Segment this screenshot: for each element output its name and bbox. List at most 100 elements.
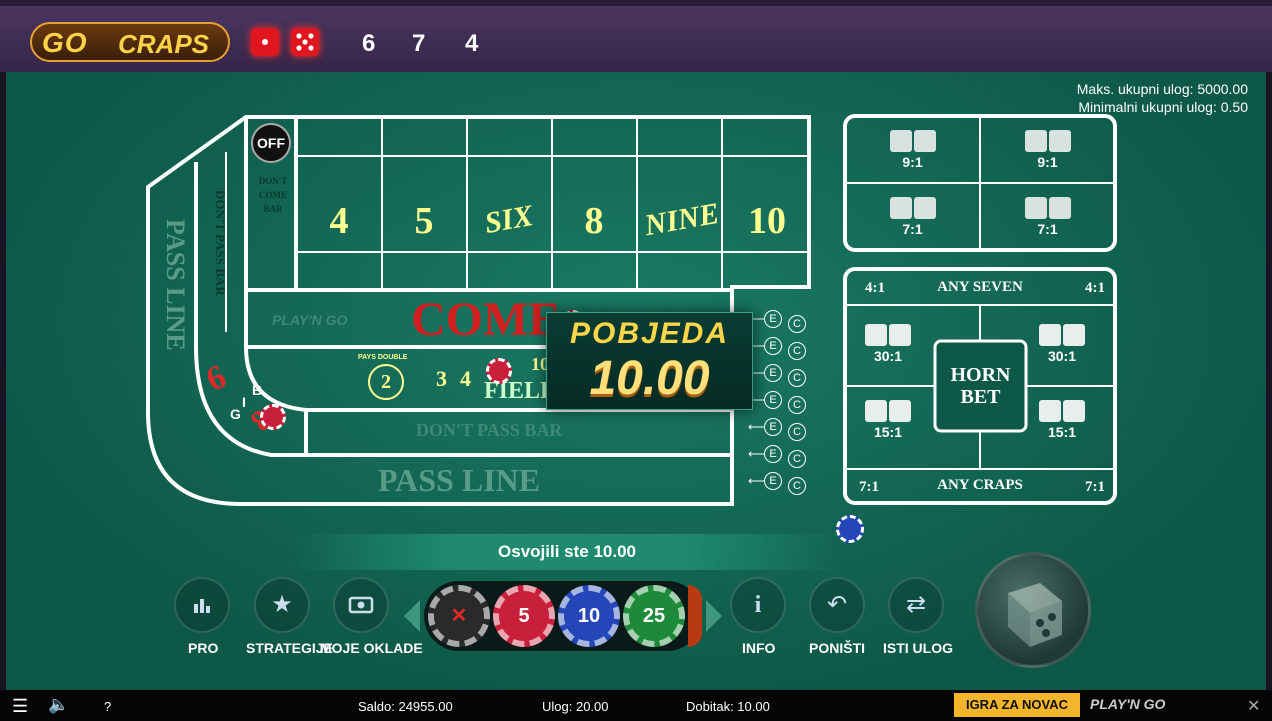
horn-3[interactable]: 15:1 <box>858 400 918 440</box>
ec-bet-row[interactable]: ⟵ E C <box>748 418 818 441</box>
come-bar-logo: PLAY'N GO <box>272 312 348 328</box>
ec-c-bubble[interactable]: C <box>788 342 806 360</box>
placed-chip-field[interactable] <box>486 358 512 384</box>
place-10[interactable]: 10 <box>737 199 797 243</box>
rebet-label: ISTI ULOG <box>883 640 953 656</box>
win-display: Dobitak: 10.00 <box>686 699 770 714</box>
ec-c-bubble[interactable]: C <box>788 477 806 495</box>
info-icon: i <box>754 592 762 618</box>
chip-25[interactable]: 25 <box>623 585 685 647</box>
chip-selector: ✕ 5 10 25 <box>424 581 702 651</box>
repeat-icon: ⇄ <box>905 591 927 618</box>
ec-bet-row[interactable]: ⟵ E C <box>748 337 818 360</box>
ec-bet-row[interactable]: ⟵ E C <box>748 445 818 468</box>
arrow-icon: ⟵ <box>748 447 766 461</box>
horn-2[interactable]: 30:1 <box>858 324 918 364</box>
speaker-icon[interactable]: 🔈 <box>48 695 69 715</box>
any-craps-bet[interactable]: 7:1 ANY CRAPS 7:1 <box>845 469 1115 503</box>
top-bar: GO CRAPS 6 7 4 <box>0 0 1272 72</box>
stake-display: Ulog: 20.00 <box>542 699 609 714</box>
hardway-8[interactable]: 7:1 <box>980 183 1115 250</box>
hardway-6[interactable]: 7:1 <box>845 183 980 250</box>
ec-c-bubble[interactable]: C <box>788 423 806 441</box>
ec-e-bubble[interactable]: E <box>764 391 782 409</box>
horn-bet-label[interactable]: HORN BET <box>935 364 1026 408</box>
any-seven-bet[interactable]: 4:1 ANY SEVEN 4:1 <box>845 269 1115 305</box>
dont-come-bar[interactable]: DON'T COME BAR <box>252 174 294 216</box>
ec-c-bubble[interactable]: C <box>788 450 806 468</box>
horn-11[interactable]: 15:1 <box>1032 400 1092 440</box>
pro-button[interactable] <box>174 577 230 633</box>
field-pays-double: PAYS DOUBLE <box>358 354 408 361</box>
real-money-button[interactable]: IGRA ZA NOVAC <box>954 693 1080 717</box>
chip-clear[interactable]: ✕ <box>428 585 490 647</box>
chip-scroll-left[interactable] <box>404 600 420 632</box>
ec-c-bubble[interactable]: C <box>788 396 806 414</box>
info-label: INFO <box>742 640 776 656</box>
info-button[interactable]: i <box>730 577 786 633</box>
horn-12[interactable]: 30:1 <box>1032 324 1092 364</box>
field-4: 4 <box>460 366 471 391</box>
place-8[interactable]: 8 <box>573 199 615 243</box>
ec-bet-row[interactable]: ⟵ E C <box>748 310 818 333</box>
ec-e-bubble[interactable]: E <box>764 310 782 328</box>
last-roll-die-1 <box>251 28 279 56</box>
brand-logo: PLAY'N GO <box>1090 696 1166 712</box>
ec-e-bubble[interactable]: E <box>764 445 782 463</box>
ec-e-bubble[interactable]: E <box>764 364 782 382</box>
pro-label: PRO <box>188 640 219 656</box>
come-area[interactable]: COME <box>411 292 560 347</box>
undo-button[interactable]: ↶ <box>809 577 865 633</box>
field-2-circle: 2 <box>368 364 404 400</box>
dont-pass-bar-vertical[interactable]: DON'T PASS BAR <box>212 158 228 328</box>
ec-e-bubble[interactable]: E <box>764 472 782 490</box>
hardway-4[interactable]: 9:1 <box>845 116 980 183</box>
big-6-8-area[interactable]: 6 B I G 8 <box>201 358 302 450</box>
place-4[interactable]: 4 <box>318 199 360 243</box>
logo-craps: CRAPS <box>118 29 210 59</box>
ec-bet-row[interactable]: ⟵ E C <box>748 472 818 495</box>
place-5[interactable]: 5 <box>403 199 445 243</box>
dont-pass-bar[interactable]: DON'T PASS BAR <box>416 420 562 441</box>
pass-line-vertical[interactable]: PASS LINE <box>154 200 190 370</box>
rebet-button[interactable]: ⇄ <box>888 577 944 633</box>
undo-icon: ↶ <box>826 591 848 618</box>
win-popup: POBJEDA 10.00 <box>546 312 753 410</box>
dice-icon <box>1008 583 1062 647</box>
game-logo: GO CRAPS <box>30 22 230 62</box>
cash-icon <box>348 596 374 614</box>
star-icon: ★ <box>271 591 293 618</box>
chip-partial-next[interactable] <box>688 585 702 647</box>
hardway-10[interactable]: 9:1 <box>980 116 1115 183</box>
ec-bets-column: ⟵ E C ⟵ E C ⟵ E C ⟵ E C ⟵ E C ⟵ E C ⟵ E C <box>748 310 818 502</box>
place-9[interactable]: NINE <box>640 196 725 243</box>
chip-10[interactable]: 10 <box>558 585 620 647</box>
my-bets-label: MOJE OKLADE <box>320 640 423 656</box>
win-popup-amount: 10.00 <box>589 352 710 405</box>
win-popup-title: POBJEDA <box>569 317 730 350</box>
chip-scroll-right[interactable] <box>706 600 722 632</box>
craps-table-felt: Maks. ukupni ulog: 5000.00 Minimalni uku… <box>6 72 1266 690</box>
ec-e-bubble[interactable]: E <box>764 337 782 355</box>
bottom-bar: ☰ 🔈 ? Saldo: 24955.00 Ulog: 20.00 Dobita… <box>0 690 1272 721</box>
undo-label: PONIŠTI <box>809 640 866 656</box>
logo-go: GO <box>42 27 88 58</box>
chip-5[interactable]: 5 <box>493 585 555 647</box>
off-puck: OFF <box>251 123 291 163</box>
strategies-button[interactable]: ★ <box>254 577 310 633</box>
ec-bet-row[interactable]: ⟵ E C <box>748 391 818 414</box>
close-icon[interactable]: ✕ <box>1247 696 1260 716</box>
place-6[interactable]: SIX <box>472 197 547 243</box>
roll-dice-button[interactable] <box>975 552 1091 668</box>
my-bets-button[interactable] <box>333 577 389 633</box>
roll-history-3: 4 <box>465 30 479 57</box>
ec-bet-row[interactable]: ⟵ E C <box>748 364 818 387</box>
help-button[interactable]: ? <box>104 699 111 714</box>
ec-c-bubble[interactable]: C <box>788 315 806 333</box>
hamburger-menu-icon[interactable]: ☰ <box>12 696 28 717</box>
ec-e-bubble[interactable]: E <box>764 418 782 436</box>
roll-history-2: 7 <box>412 30 426 57</box>
placed-chip-big6[interactable] <box>260 404 286 430</box>
ec-c-bubble[interactable]: C <box>788 369 806 387</box>
pass-line[interactable]: PASS LINE <box>378 462 540 499</box>
